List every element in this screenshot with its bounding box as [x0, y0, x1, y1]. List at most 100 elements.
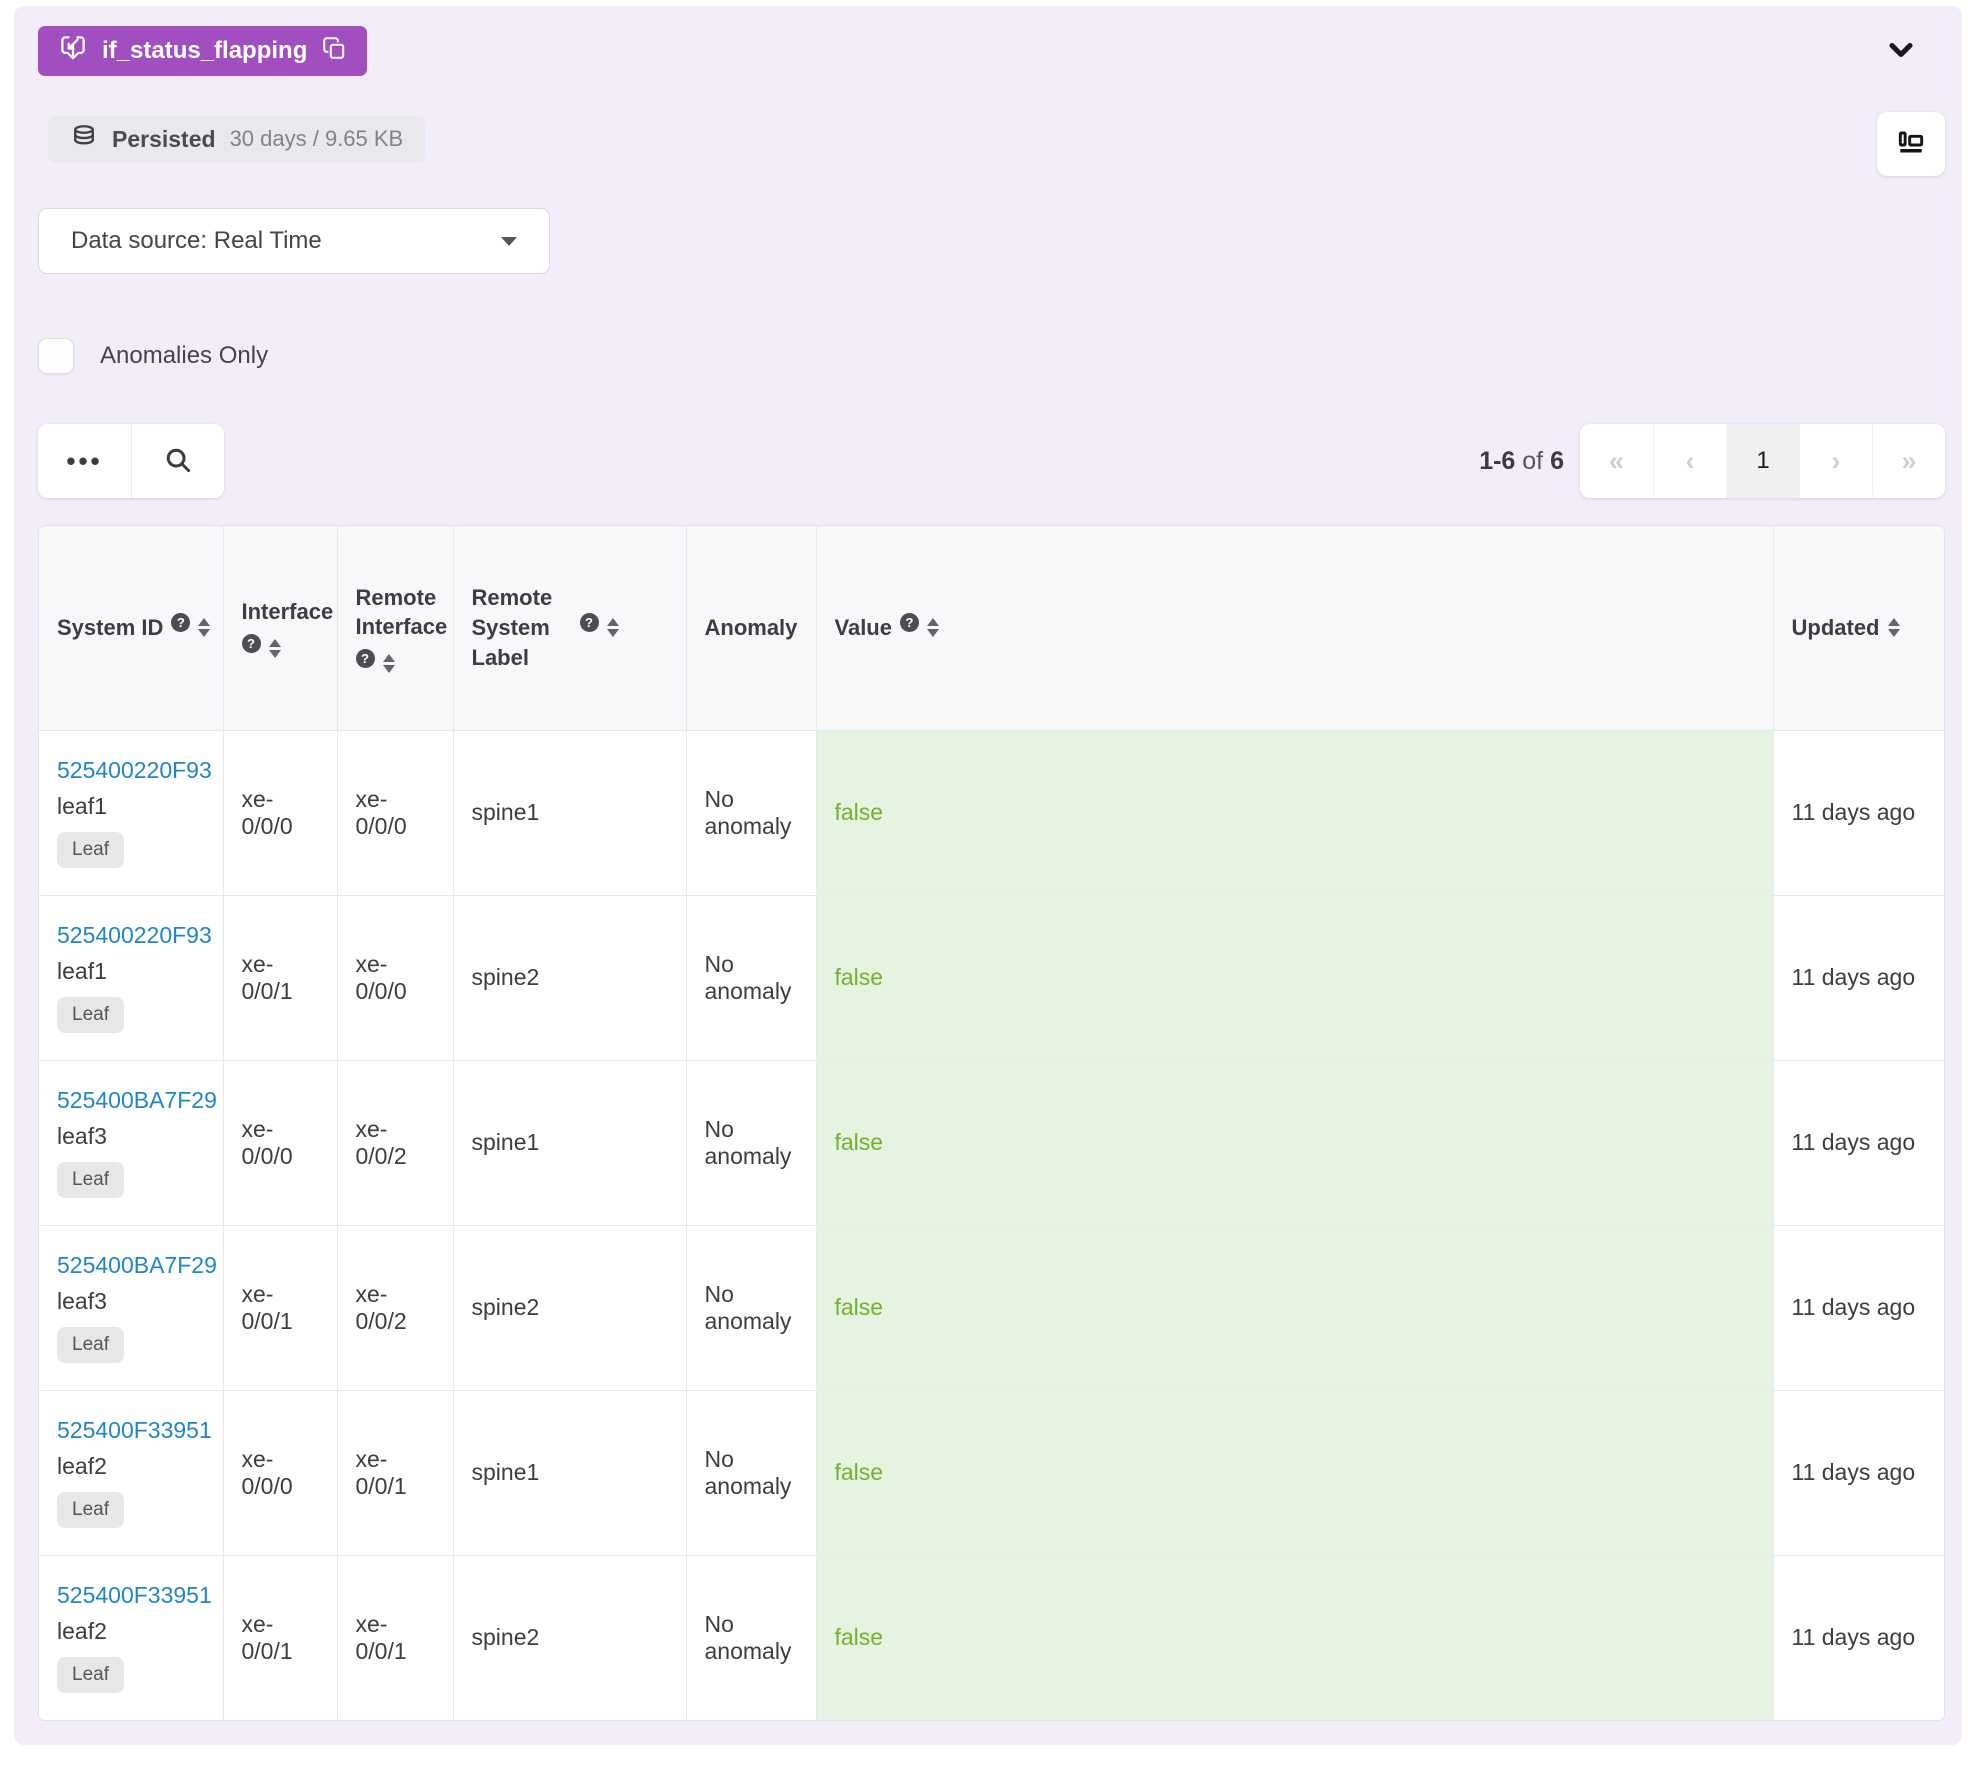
system-id-link[interactable]: 525400F33951: [57, 1582, 212, 1609]
interface-cell: xe-0/0/1: [223, 1224, 338, 1390]
role-badge: Leaf: [57, 1327, 124, 1363]
updated-cell: 11 days ago: [1773, 894, 1944, 1060]
sort-icon[interactable]: [926, 618, 939, 638]
next-page-button[interactable]: ›: [1799, 424, 1872, 498]
role-badge: Leaf: [57, 832, 124, 868]
role-badge: Leaf: [57, 1492, 124, 1528]
updated-cell: 11 days ago: [1773, 1389, 1944, 1555]
probe-panel: if_status_flapping Persisted 30 days / 9…: [14, 6, 1962, 1745]
sort-icon[interactable]: [268, 639, 281, 659]
remote-system-label-cell: spine1: [453, 729, 687, 895]
value-cell: false: [816, 1554, 1774, 1720]
anomaly-cell: No anomaly: [686, 1554, 817, 1720]
column-header-system-id[interactable]: System ID?: [39, 526, 224, 731]
column-header-interface[interactable]: Interface?: [223, 526, 338, 731]
column-header-remote-interface[interactable]: Remote Interface?: [337, 526, 454, 731]
updated-cell: 11 days ago: [1773, 1224, 1944, 1390]
sort-icon[interactable]: [198, 618, 211, 638]
system-id-link[interactable]: 525400220F93: [57, 757, 212, 784]
toolbar-row: ••• 1-6 of 6 «‹ 1 ›»: [38, 424, 1945, 498]
pagination: 1-6 of 6 «‹ 1 ›»: [1479, 424, 1945, 498]
system-id-cell: 525400F33951 leaf2 Leaf: [39, 1389, 224, 1555]
help-icon[interactable]: ?: [579, 613, 599, 633]
remote-system-label-cell: spine2: [453, 1224, 687, 1390]
data-source-value: Data source: Real Time: [71, 227, 322, 254]
table-body: 525400220F93 leaf1 Leaf xe-0/0/0 xe-0/0/…: [39, 729, 1944, 1720]
hostname-label: leaf3: [57, 1123, 107, 1149]
help-icon[interactable]: ?: [899, 613, 919, 633]
table-row: 525400220F93 leaf1 Leaf xe-0/0/0 xe-0/0/…: [39, 729, 1944, 895]
updated-cell: 11 days ago: [1773, 729, 1944, 895]
previous-page-button[interactable]: ‹: [1653, 424, 1726, 498]
value-text: false: [834, 1294, 884, 1320]
table-row: 525400BA7F29 leaf3 Leaf xe-0/0/0 xe-0/0/…: [39, 1059, 1944, 1225]
hostname-label: leaf3: [57, 1288, 107, 1314]
sort-icon[interactable]: [606, 618, 619, 638]
column-header-value[interactable]: Value?: [816, 526, 1774, 731]
help-icon[interactable]: ?: [171, 613, 191, 633]
interface-cell: xe-0/0/1: [223, 1554, 338, 1720]
remote-system-label-cell: spine2: [453, 1554, 687, 1720]
column-label: Interface: [241, 599, 334, 625]
data-source-dropdown[interactable]: Data source: Real Time: [38, 208, 550, 274]
system-id-cell: 525400BA7F29 leaf3 Leaf: [39, 1224, 224, 1390]
table-header-row: System ID? Interface? Remote Interface? Rem…: [39, 526, 1944, 731]
persisted-row: Persisted 30 days / 9.65 KB: [38, 112, 1945, 180]
remote-interface-cell: xe-0/0/1: [337, 1389, 454, 1555]
remote-interface-cell: xe-0/0/1: [337, 1554, 454, 1720]
page-1-button[interactable]: 1: [1726, 424, 1799, 498]
help-icon[interactable]: ?: [241, 634, 261, 654]
table-layout-button[interactable]: [1877, 112, 1945, 176]
system-id-cell: 525400BA7F29 leaf3 Leaf: [39, 1059, 224, 1225]
database-icon: [70, 123, 98, 156]
column-header-updated[interactable]: Updated: [1773, 526, 1944, 731]
table-row: 525400F33951 leaf2 Leaf xe-0/0/0 xe-0/0/…: [39, 1389, 1944, 1555]
value-text: false: [834, 1459, 884, 1485]
value-cell: false: [816, 1389, 1774, 1555]
pagination-range: 1-6: [1479, 446, 1516, 475]
system-id-cell: 525400F33951 leaf2 Leaf: [39, 1554, 224, 1720]
system-id-link[interactable]: 525400F33951: [57, 1417, 212, 1444]
help-icon[interactable]: ?: [355, 648, 375, 668]
value-cell: false: [816, 1059, 1774, 1225]
value-text: false: [834, 1129, 884, 1155]
anomaly-cell: No anomaly: [686, 894, 817, 1060]
system-id-link[interactable]: 525400BA7F29: [57, 1252, 217, 1279]
copy-icon[interactable]: [321, 35, 347, 68]
value-text: false: [834, 964, 884, 990]
remote-system-label-cell: spine1: [453, 1389, 687, 1555]
persisted-detail: 30 days / 9.65 KB: [229, 126, 404, 151]
anomalies-only-checkbox[interactable]: [38, 338, 74, 374]
column-label: System ID: [57, 614, 164, 640]
hostname-label: leaf1: [57, 793, 107, 819]
column-label: Anomaly: [704, 614, 798, 640]
probe-icon: [58, 33, 88, 70]
last-page-button[interactable]: »: [1872, 424, 1945, 498]
column-header-remote-system-label[interactable]: Remote System Label?: [453, 526, 687, 731]
system-id-cell: 525400220F93 leaf1 Leaf: [39, 729, 224, 895]
remote-system-label-cell: spine2: [453, 894, 687, 1060]
more-icon: •••: [66, 445, 103, 476]
collapse-panel-button[interactable]: [1879, 29, 1923, 73]
more-options-button[interactable]: •••: [38, 424, 131, 498]
anomalies-only-row: Anomalies Only: [38, 338, 1945, 374]
table-row: 525400F33951 leaf2 Leaf xe-0/0/1 xe-0/0/…: [39, 1554, 1944, 1720]
interface-cell: xe-0/0/0: [223, 1059, 338, 1225]
table-row: 525400220F93 leaf1 Leaf xe-0/0/1 xe-0/0/…: [39, 894, 1944, 1060]
pagination-of: of: [1522, 446, 1544, 475]
chevron-down-icon: [1883, 32, 1919, 71]
search-button[interactable]: [131, 424, 224, 498]
anomaly-cell: No anomaly: [686, 1224, 817, 1390]
interface-cell: xe-0/0/1: [223, 894, 338, 1060]
pagination-buttons: «‹ 1 ›»: [1580, 424, 1945, 498]
system-id-link[interactable]: 525400220F93: [57, 922, 212, 949]
remote-interface-cell: xe-0/0/2: [337, 1224, 454, 1390]
system-id-link[interactable]: 525400BA7F29: [57, 1087, 217, 1114]
probe-name-badge[interactable]: if_status_flapping: [38, 26, 368, 76]
sort-icon[interactable]: [1887, 618, 1900, 638]
persisted-badge: Persisted 30 days / 9.65 KB: [48, 116, 426, 162]
sort-icon[interactable]: [382, 653, 395, 673]
hostname-label: leaf1: [57, 958, 107, 984]
first-page-button[interactable]: «: [1580, 424, 1653, 498]
value-cell: false: [816, 894, 1774, 1060]
